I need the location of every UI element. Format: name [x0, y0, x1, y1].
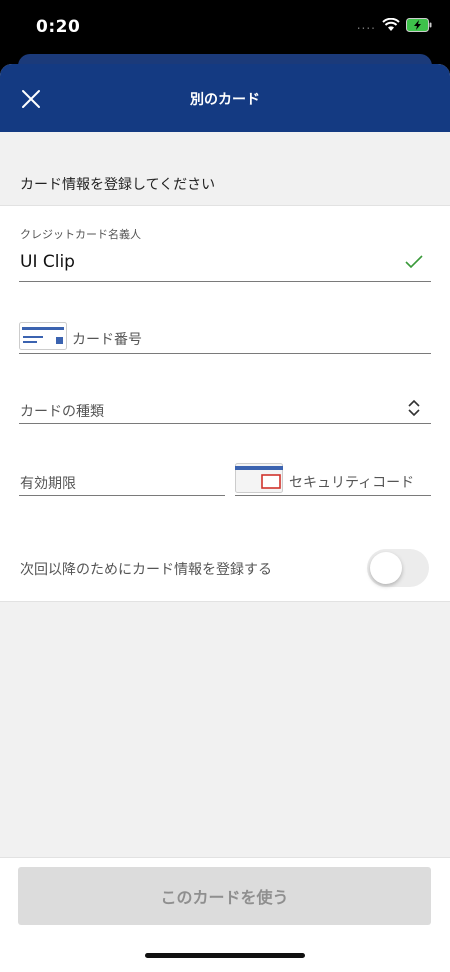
card-form: クレジットカード名義人 UI Clip カード番号 カードの種類 有効期限 セキ…	[0, 205, 450, 602]
app-screen: 0:20 .... 別のカード カード情報を登録してください クレジットカード名…	[0, 0, 450, 972]
home-indicator	[145, 953, 305, 958]
up-down-chevron-icon[interactable]	[405, 398, 423, 422]
bottom-bar: このカードを使う	[0, 857, 450, 972]
checkmark-icon	[404, 254, 424, 274]
status-bar: 0:20 ....	[0, 0, 450, 54]
expiry-input[interactable]: 有効期限	[20, 473, 76, 493]
card-type-select[interactable]: カードの種類	[20, 401, 104, 421]
battery-charging-icon	[406, 18, 432, 32]
nav-bar: 別のカード	[0, 64, 450, 132]
cardholder-input[interactable]: UI Clip	[20, 252, 75, 272]
use-card-button[interactable]: このカードを使う	[18, 867, 431, 925]
status-icons: ....	[357, 18, 432, 32]
card-type-underline	[19, 423, 431, 424]
cardholder-underline	[19, 281, 431, 282]
page-title: 別のカード	[190, 92, 260, 108]
save-card-toggle[interactable]	[367, 549, 429, 587]
card-back-icon	[235, 463, 283, 497]
status-time: 0:20	[36, 17, 81, 37]
security-code-underline	[235, 495, 431, 496]
cardholder-label: クレジットカード名義人	[20, 228, 141, 241]
card-number-underline	[19, 353, 431, 354]
save-card-label: 次回以降のためにカード情報を登録する	[20, 562, 272, 578]
wifi-icon	[382, 18, 400, 32]
section-header: カード情報を登録してください	[20, 177, 216, 193]
card-front-icon	[19, 322, 67, 354]
card-number-input[interactable]: カード番号	[72, 329, 142, 349]
expiry-underline	[19, 495, 225, 496]
signal-dots: ....	[356, 18, 376, 32]
toggle-knob	[370, 552, 402, 584]
security-code-input[interactable]: セキュリティコード	[289, 472, 414, 492]
